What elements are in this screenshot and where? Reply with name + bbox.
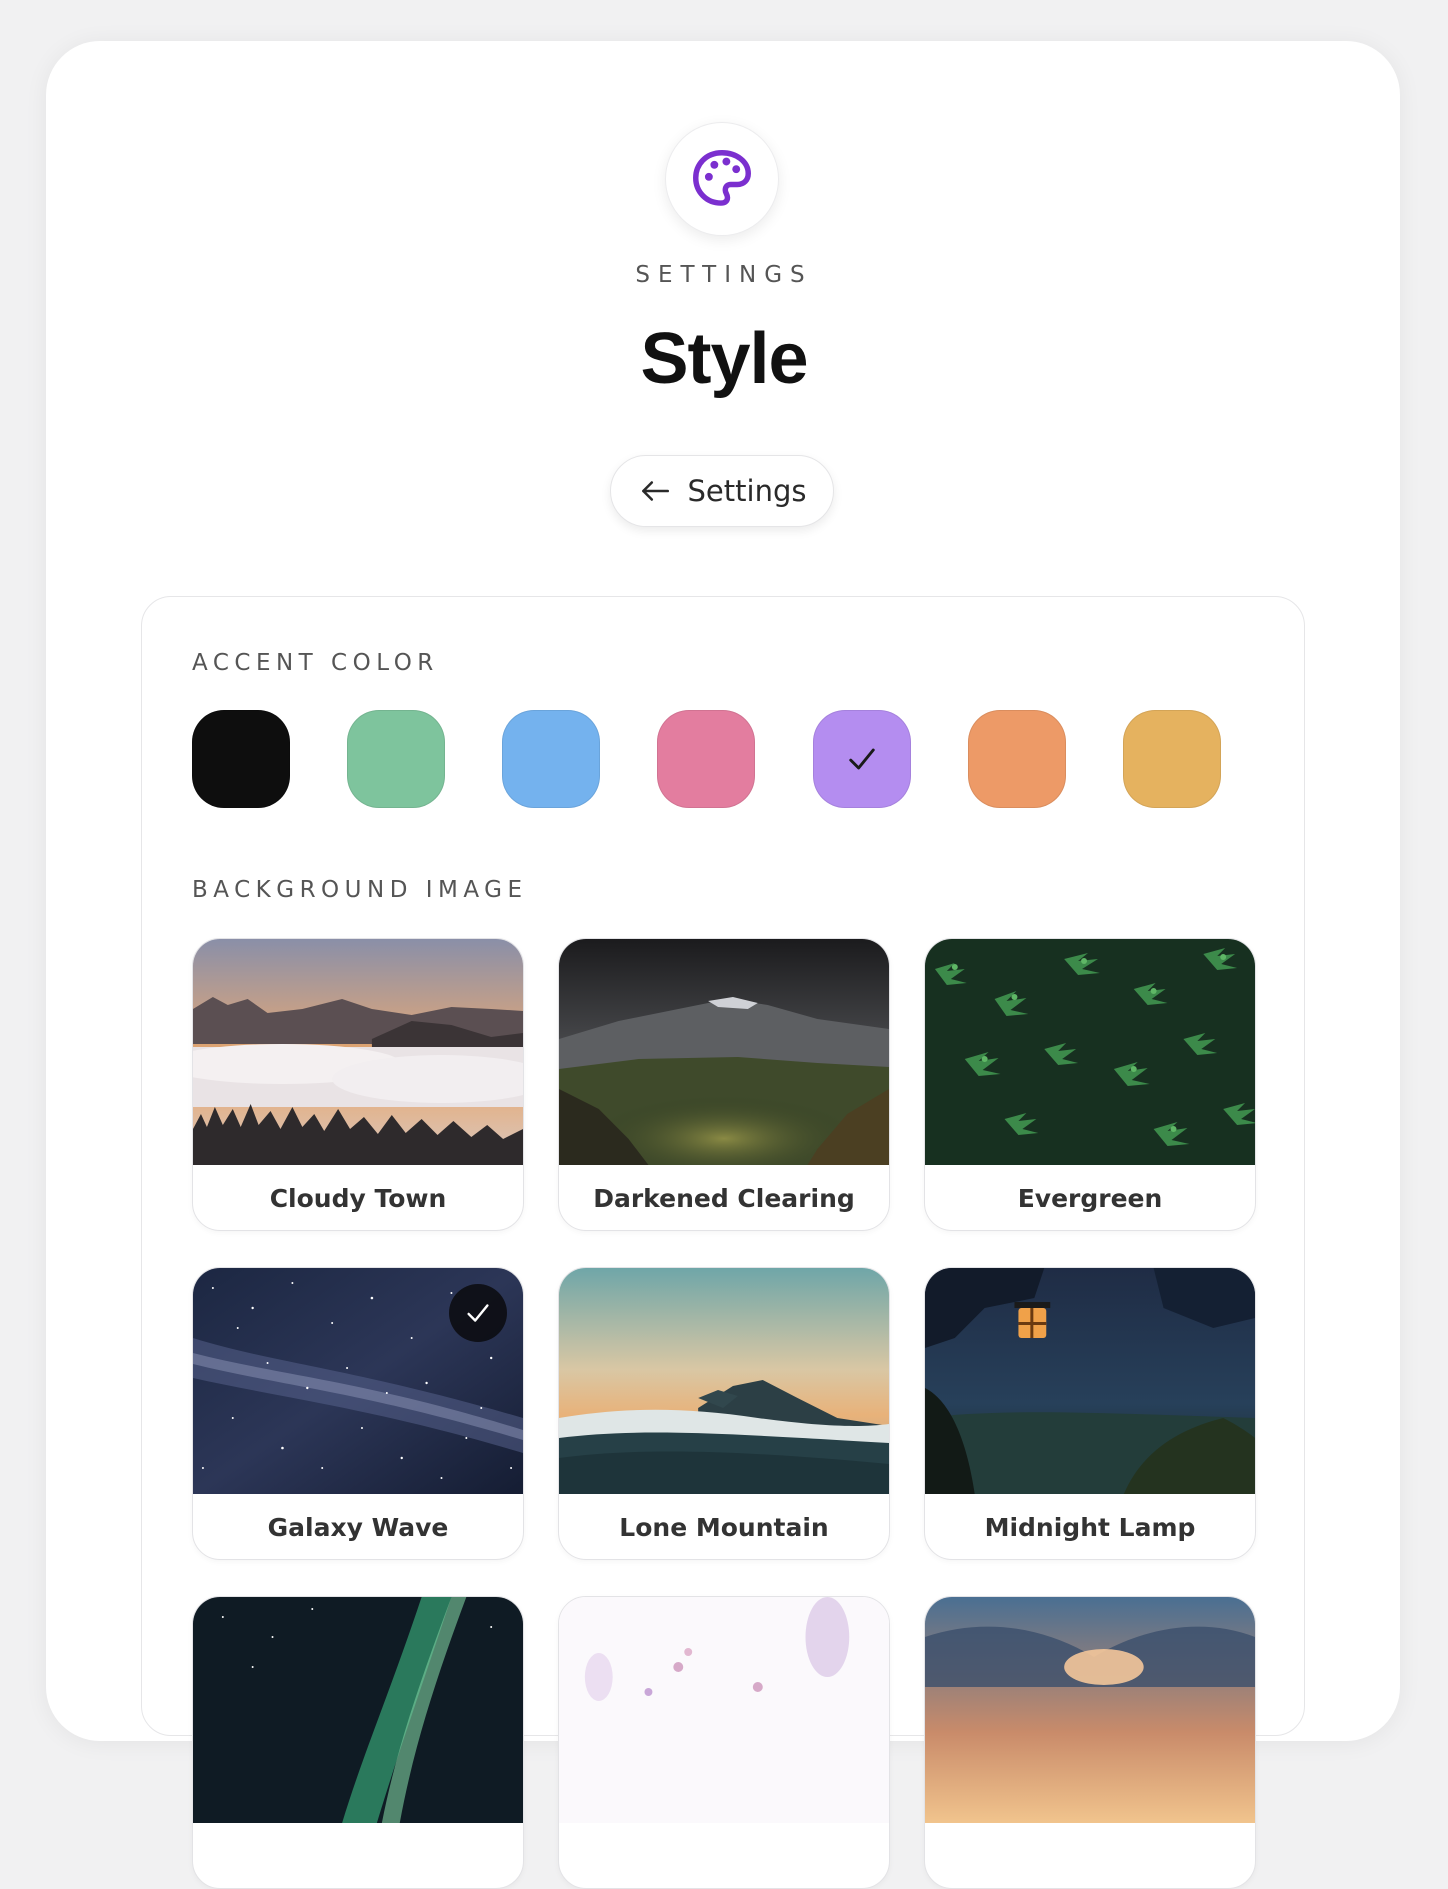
bg-tile-blossom[interactable] [558, 1596, 890, 1889]
back-button-label: Settings [687, 474, 807, 508]
accent-color-heading: ACCENT COLOR [192, 650, 439, 676]
bg-tile-title [925, 1823, 1255, 1888]
check-icon [849, 748, 875, 770]
swatch-black[interactable] [192, 710, 290, 808]
bg-tile-title: Lone Mountain [619, 1513, 829, 1542]
bg-tile-title: Darkened Clearing [593, 1184, 855, 1213]
bg-tile-galaxy-wave[interactable]: Galaxy Wave [192, 1267, 524, 1560]
back-to-settings-button[interactable]: Settings [610, 455, 834, 527]
bg-tile-evergreen[interactable]: Evergreen [924, 938, 1256, 1231]
bg-tile-lone-mountain[interactable]: Lone Mountain [558, 1267, 890, 1560]
bg-thumbnail [193, 1597, 523, 1823]
bg-thumbnail [193, 939, 523, 1165]
bg-tile-title: Cloudy Town [269, 1184, 447, 1213]
swatch-purple[interactable] [813, 710, 911, 808]
palette-icon [693, 150, 751, 206]
bg-thumbnail [559, 1597, 889, 1823]
bg-thumbnail [559, 939, 889, 1165]
bg-tile-title: Midnight Lamp [984, 1513, 1196, 1542]
swatch-yellow[interactable] [1123, 710, 1221, 808]
swatch-green[interactable] [347, 710, 445, 808]
check-icon [467, 1304, 489, 1322]
bg-tile-aurora[interactable] [192, 1596, 524, 1889]
page-eyebrow: SETTINGS [635, 262, 813, 288]
bg-tile-title: Evergreen [1017, 1184, 1163, 1213]
bg-tile-title [559, 1823, 889, 1888]
bg-tile-midnight-lamp[interactable]: Midnight Lamp [924, 1267, 1256, 1560]
bg-tile-title [193, 1823, 523, 1888]
bg-tile-cloudy-town[interactable]: Cloudy Town [192, 938, 524, 1231]
bg-thumbnail [925, 1597, 1255, 1823]
bg-tile-title: Galaxy Wave [267, 1513, 449, 1542]
background-image-heading: BACKGROUND IMAGE [192, 877, 528, 903]
page-title: Style [640, 319, 808, 399]
palette-icon-badge [665, 122, 779, 236]
swatch-pink[interactable] [657, 710, 755, 808]
swatch-orange[interactable] [968, 710, 1066, 808]
bg-thumbnail [925, 1268, 1255, 1494]
bg-tile-darkened-clearing[interactable]: Darkened Clearing [558, 938, 890, 1231]
bg-thumbnail [559, 1268, 889, 1494]
bg-tile-sunset-clouds[interactable] [924, 1596, 1256, 1889]
bg-thumbnail [925, 939, 1255, 1165]
swatch-blue[interactable] [502, 710, 600, 808]
selected-badge [449, 1284, 507, 1342]
arrow-left-icon [641, 481, 669, 501]
